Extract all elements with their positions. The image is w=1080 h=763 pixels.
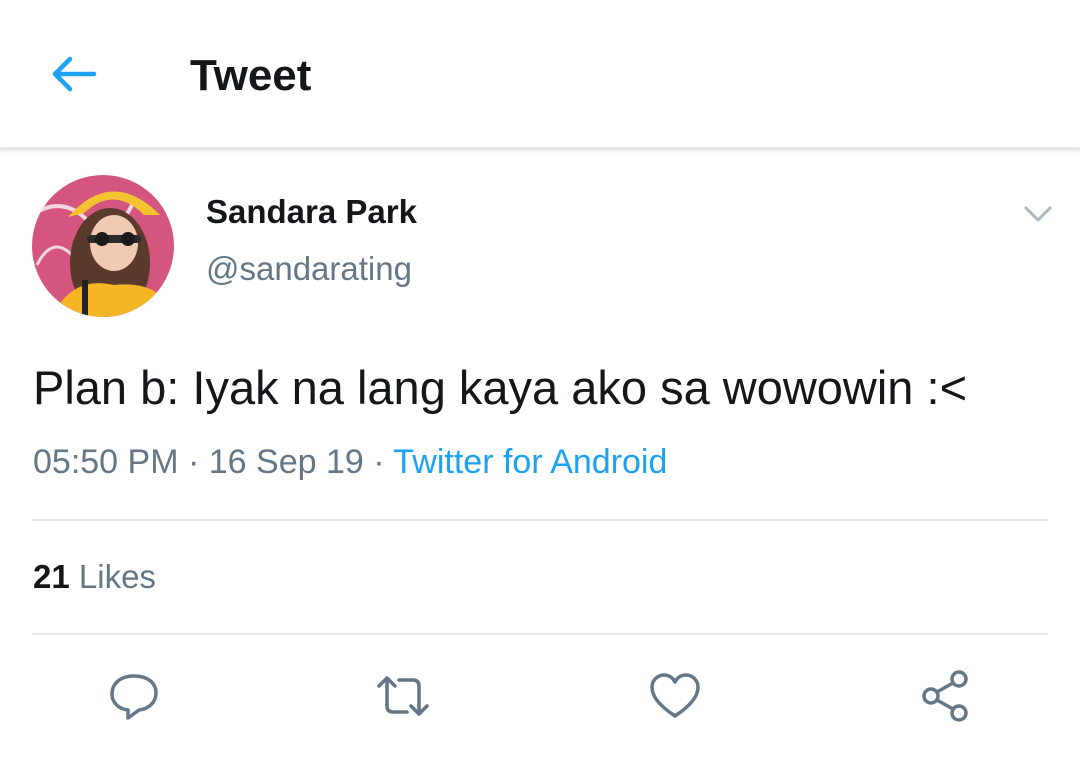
retweet-icon bbox=[377, 676, 429, 716]
share-button[interactable] bbox=[918, 668, 974, 724]
arrow-left-icon bbox=[52, 56, 97, 92]
like-button[interactable] bbox=[647, 668, 703, 724]
tweet-source-link[interactable]: Twitter for Android bbox=[393, 443, 667, 481]
likes-stat[interactable]: 21 Likes bbox=[33, 558, 156, 596]
reply-icon bbox=[110, 674, 158, 720]
author-name[interactable]: Sandara Park bbox=[206, 193, 417, 231]
page-title: Tweet bbox=[190, 51, 312, 100]
tweet-text: Plan b: Iyak na lang kaya ako sa wowowin… bbox=[33, 361, 968, 414]
tweet-options-button[interactable] bbox=[1020, 198, 1056, 230]
divider bbox=[32, 519, 1048, 521]
top-app-bar: Tweet bbox=[0, 0, 1080, 149]
meta-separator: · bbox=[363, 443, 394, 481]
author-handle[interactable]: @sandarating bbox=[206, 250, 412, 288]
divider bbox=[32, 633, 1048, 635]
tweet-time: 05:50 PM bbox=[33, 443, 179, 481]
chevron-down-icon bbox=[1024, 206, 1052, 222]
retweet-button[interactable] bbox=[375, 668, 431, 724]
meta-separator: · bbox=[178, 443, 209, 481]
tweet-metadata: 05:50 PM · 16 Sep 19 · Twitter for Andro… bbox=[33, 443, 667, 482]
reply-button[interactable] bbox=[106, 668, 162, 724]
likes-count: 21 bbox=[33, 558, 70, 595]
back-button[interactable] bbox=[48, 50, 100, 98]
tweet-date: 16 Sep 19 bbox=[208, 443, 364, 481]
avatar-image bbox=[32, 175, 174, 317]
avatar[interactable] bbox=[32, 175, 174, 317]
likes-label: Likes bbox=[78, 558, 156, 595]
heart-icon bbox=[650, 673, 700, 718]
share-icon bbox=[922, 670, 968, 722]
